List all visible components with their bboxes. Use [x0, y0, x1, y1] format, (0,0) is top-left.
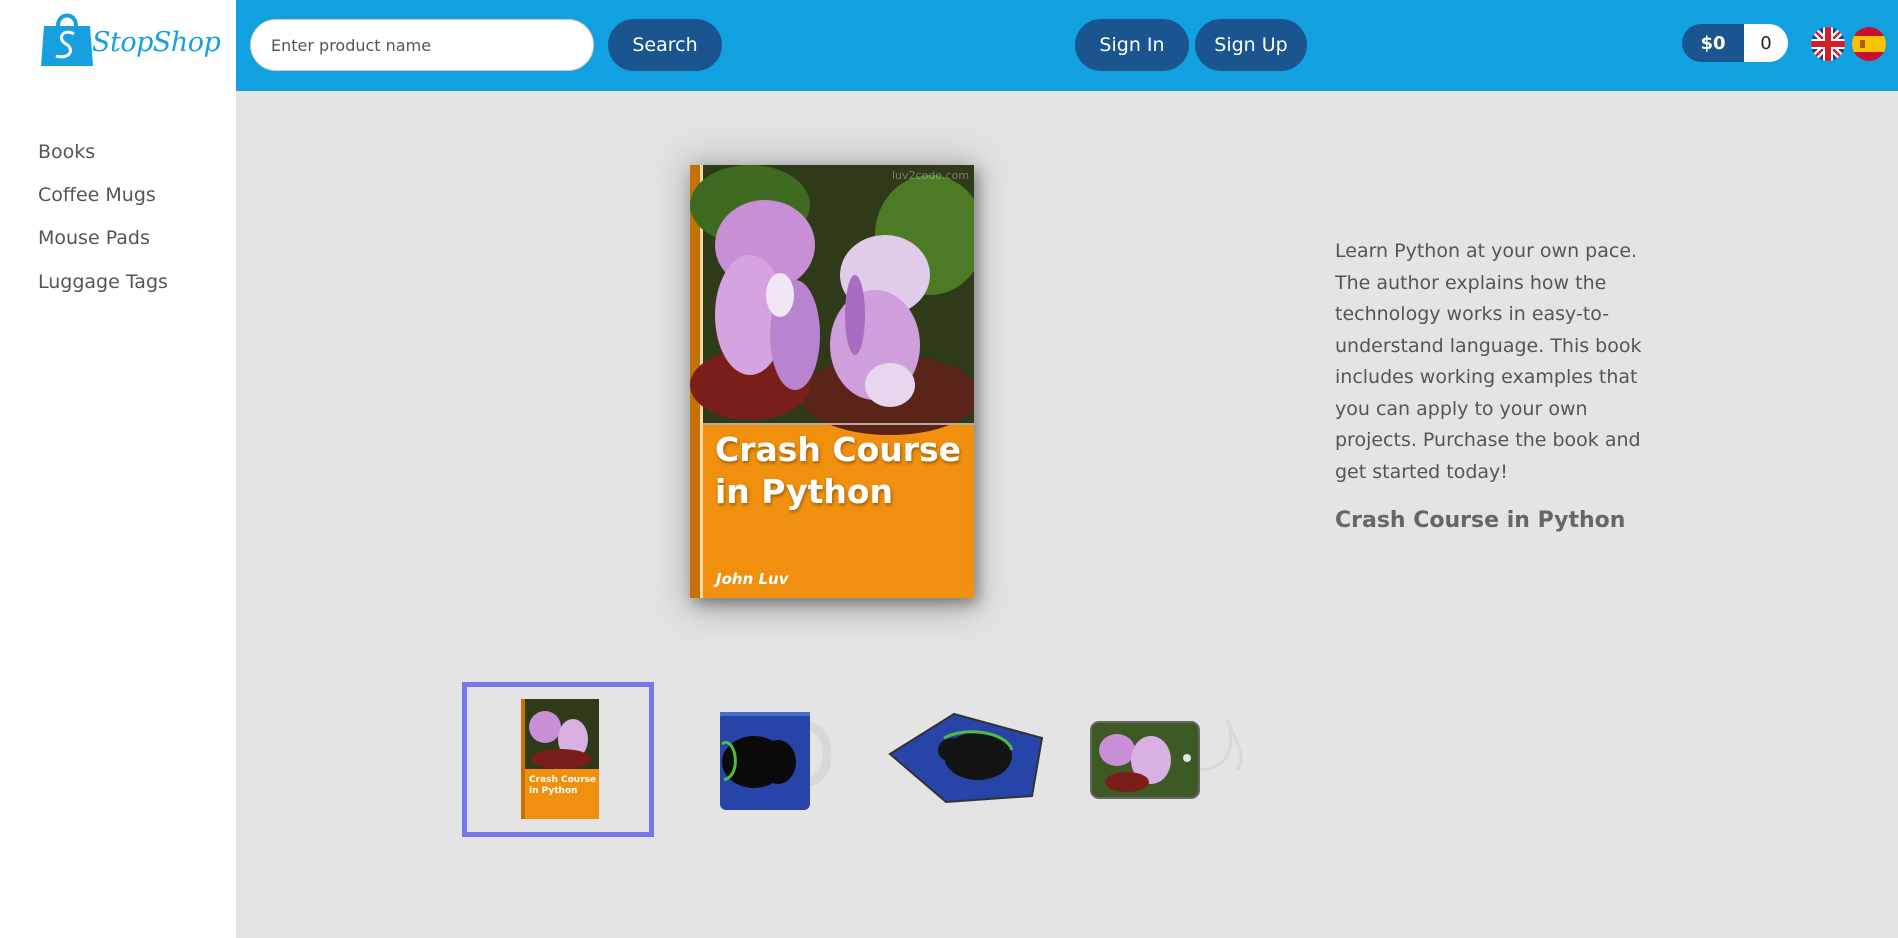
search-button[interactable]: Search: [608, 19, 722, 71]
category-sidebar: Books Coffee Mugs Mouse Pads Luggage Tag…: [0, 91, 236, 938]
logo-text: StopShop: [92, 27, 221, 58]
product-description: Learn Python at your own pace. The autho…: [1335, 240, 1642, 483]
cover-title: Crash Course in Python: [715, 430, 962, 511]
cart-total: $0: [1682, 24, 1744, 62]
cover-author: John Luv: [716, 570, 789, 588]
spain-flag-icon[interactable]: [1852, 27, 1886, 61]
mouse-pad-thumbnail-art: [888, 712, 1044, 804]
sign-in-button[interactable]: Sign In: [1075, 19, 1189, 71]
coffee-mug-thumbnail-art: [720, 712, 832, 810]
uk-flag-icon[interactable]: [1811, 27, 1845, 61]
cover-watermark: luv2code.com: [892, 169, 970, 182]
thumbnail-book[interactable]: Crash Course in Python: [462, 682, 654, 837]
thumbnail-luggage-tag[interactable]: [1062, 682, 1254, 837]
sidebar-item-mouse-pads[interactable]: Mouse Pads: [38, 227, 150, 249]
logo[interactable]: StopShop: [0, 0, 236, 91]
thumbnail-book-title: Crash Course in Python: [529, 775, 597, 796]
cart-count: 0: [1744, 24, 1788, 62]
thumbnail-mouse-pad[interactable]: [862, 682, 1054, 837]
sidebar-item-books[interactable]: Books: [38, 141, 95, 163]
shopping-bag-icon: [41, 13, 93, 66]
book-thumbnail-art: [521, 699, 599, 819]
sidebar-item-luggage-tags[interactable]: Luggage Tags: [38, 271, 168, 293]
thumbnail-coffee-mug[interactable]: [662, 682, 854, 837]
product-image: luv2code.com Crash Course in Python John…: [690, 165, 974, 598]
book-cover-art: [690, 165, 974, 598]
cart-status[interactable]: $0 0: [1682, 24, 1788, 62]
sign-up-button[interactable]: Sign Up: [1195, 19, 1307, 71]
search-input[interactable]: [250, 19, 594, 71]
luggage-tag-thumbnail-art: [1090, 719, 1243, 799]
sidebar-item-coffee-mugs[interactable]: Coffee Mugs: [38, 184, 156, 206]
product-name: Crash Course in Python: [1335, 508, 1626, 533]
